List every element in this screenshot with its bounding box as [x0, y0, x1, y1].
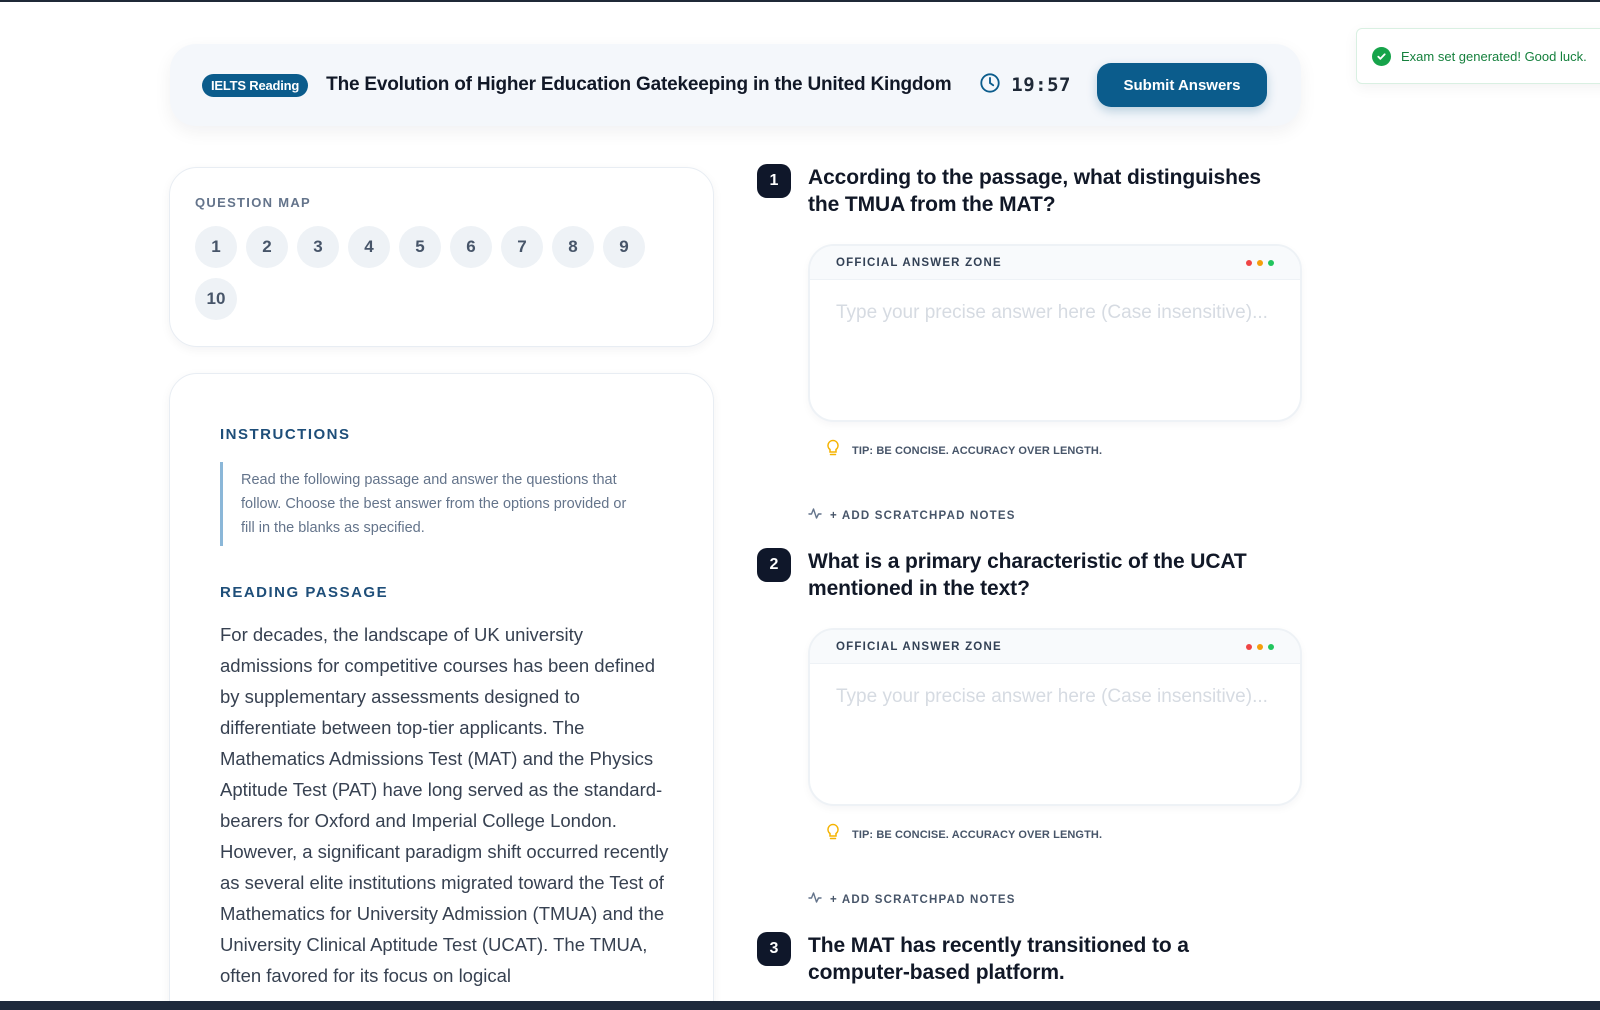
- instructions-heading: INSTRUCTIONS: [220, 426, 351, 443]
- window-dots-icon: [1246, 259, 1274, 266]
- question-map-item-1[interactable]: 1: [195, 226, 237, 268]
- timer-value: 19:57: [1011, 74, 1071, 96]
- question-map-item-5[interactable]: 5: [399, 226, 441, 268]
- scratchpad-label: + ADD SCRATCHPAD NOTES: [830, 893, 1016, 906]
- answer-input-1[interactable]: [810, 280, 1300, 420]
- question-map: QUESTION MAP 1 2 3 4 5 6 7 8 9 10: [169, 167, 714, 347]
- question-1: 1 According to the passage, what disting…: [757, 164, 1317, 525]
- activity-icon: [808, 890, 822, 909]
- passage-panel[interactable]: INSTRUCTIONS Read the following passage …: [169, 373, 714, 1010]
- taskbar: [0, 1001, 1600, 1010]
- window-dots-icon: [1246, 643, 1274, 650]
- toast-notification: Exam set generated! Good luck.: [1356, 28, 1600, 84]
- question-text: According to the passage, what distingui…: [808, 166, 1262, 216]
- add-scratchpad-notes-button[interactable]: + ADD SCRATCHPAD NOTES: [808, 890, 1317, 909]
- timer: 19:57: [979, 72, 1071, 99]
- answer-input-2[interactable]: [810, 664, 1300, 804]
- tip: TIP: BE CONCISE. ACCURACY OVER LENGTH.: [826, 439, 1317, 462]
- question-map-item-6[interactable]: 6: [450, 226, 492, 268]
- tip: TIP: BE CONCISE. ACCURACY OVER LENGTH.: [826, 823, 1317, 846]
- answer-zone-label: OFFICIAL ANSWER ZONE: [836, 256, 1002, 269]
- tip-text: TIP: BE CONCISE. ACCURACY OVER LENGTH.: [852, 444, 1103, 457]
- question-map-item-8[interactable]: 8: [552, 226, 594, 268]
- check-circle-icon: [1372, 46, 1391, 66]
- question-number-badge: 3: [757, 932, 791, 966]
- question-map-item-4[interactable]: 4: [348, 226, 390, 268]
- question-3: 3 The MAT has recently transitioned to a…: [757, 932, 1317, 986]
- reading-passage-text: For decades, the landscape of UK univers…: [220, 624, 669, 986]
- question-map-title: QUESTION MAP: [195, 195, 311, 210]
- clock-icon: [979, 72, 1001, 99]
- activity-icon: [808, 506, 822, 525]
- question-map-item-3[interactable]: 3: [297, 226, 339, 268]
- lightbulb-icon: [826, 439, 840, 462]
- passage-title: The Evolution of Higher Education Gateke…: [326, 74, 952, 95]
- answer-zone-label: OFFICIAL ANSWER ZONE: [836, 640, 1002, 653]
- question-number-badge: 1: [757, 164, 791, 198]
- question-map-grid: 1 2 3 4 5 6 7 8 9 10: [195, 226, 655, 320]
- question-text: The MAT has recently transitioned to a c…: [808, 934, 1189, 984]
- instructions-text: Read the following passage and answer th…: [220, 462, 640, 546]
- question-text: What is a primary characteristic of the …: [808, 550, 1247, 600]
- question-2: 2 What is a primary characteristic of th…: [757, 548, 1317, 909]
- question-number-badge: 2: [757, 548, 791, 582]
- lightbulb-icon: [826, 823, 840, 846]
- add-scratchpad-notes-button[interactable]: + ADD SCRATCHPAD NOTES: [808, 506, 1317, 525]
- scratchpad-label: + ADD SCRATCHPAD NOTES: [830, 509, 1016, 522]
- answer-zone: OFFICIAL ANSWER ZONE: [808, 628, 1302, 806]
- submit-answers-button[interactable]: Submit Answers: [1097, 63, 1267, 107]
- question-map-item-2[interactable]: 2: [246, 226, 288, 268]
- toast-message: Exam set generated! Good luck.: [1401, 48, 1587, 64]
- question-map-item-7[interactable]: 7: [501, 226, 543, 268]
- exam-type-badge: IELTS Reading: [202, 73, 309, 97]
- tip-text: TIP: BE CONCISE. ACCURACY OVER LENGTH.: [852, 828, 1103, 841]
- question-map-item-10[interactable]: 10: [195, 278, 237, 320]
- question-map-item-9[interactable]: 9: [603, 226, 645, 268]
- window-top-border: [0, 0, 1600, 2]
- exam-header: IELTS Reading The Evolution of Higher Ed…: [170, 44, 1301, 126]
- reading-passage-heading: READING PASSAGE: [220, 584, 389, 601]
- answer-zone: OFFICIAL ANSWER ZONE: [808, 244, 1302, 422]
